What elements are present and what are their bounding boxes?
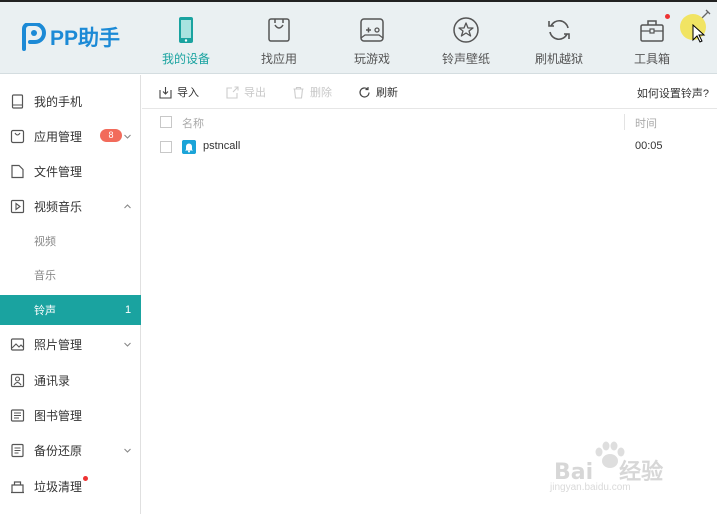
sidebar-item-label: 应用管理: [34, 129, 83, 144]
bell-icon: [182, 140, 196, 154]
sidebar-item-label: 我的手机: [34, 94, 83, 109]
tab-label: 玩游戏: [353, 52, 390, 66]
export-icon: [226, 85, 239, 99]
pp-logo-icon: [22, 23, 46, 51]
delete-button[interactable]: 删除: [292, 84, 332, 100]
toolbox-icon: [640, 20, 664, 42]
phone-icon: [179, 17, 193, 43]
sidebar-item-app-management[interactable]: 应用管理 8: [0, 121, 141, 151]
file-icon: [11, 164, 24, 178]
tablet-icon: [11, 93, 24, 109]
sidebar-item-backup-restore[interactable]: 备份还原: [0, 435, 141, 465]
watermark: Bai 经验 jingyan.baidu.com: [548, 440, 708, 500]
backup-icon: [11, 443, 24, 457]
tab-label: 铃声壁纸: [441, 52, 490, 66]
sidebar-subitem-label: 铃声: [34, 305, 56, 317]
export-button[interactable]: 导出: [226, 84, 266, 100]
sidebar-item-my-phone[interactable]: 我的手机: [0, 86, 141, 116]
app-icon: [10, 129, 25, 143]
tab-find-apps[interactable]: 找应用: [241, 12, 317, 68]
chevron-down-icon[interactable]: [123, 340, 132, 349]
chevron-down-icon[interactable]: [123, 132, 132, 141]
sidebar-item-label: 备份还原: [34, 443, 83, 458]
sidebar-item-contacts[interactable]: 通讯录: [0, 365, 141, 395]
sidebar-item-video-music[interactable]: 视频音乐: [0, 191, 141, 221]
mouse-cursor-icon: [692, 24, 706, 43]
sidebar-item-junk-cleanup[interactable]: 垃圾清理: [0, 471, 141, 501]
tab-label: 刷机越狱: [534, 52, 583, 66]
video-icon: [10, 199, 25, 213]
sidebar-item-label: 垃圾清理: [34, 479, 83, 494]
sidebar-item-label: 视频音乐: [34, 199, 83, 214]
contacts-icon: [10, 373, 25, 387]
photo-icon: [10, 337, 25, 351]
column-divider: [624, 114, 625, 130]
sidebar: 我的手机 应用管理 8 文件管理 视频音乐 视频 音乐 铃声 1 照片管理 通讯…: [0, 75, 141, 514]
export-label: 导出: [244, 87, 266, 99]
tab-label: 找应用: [260, 52, 297, 66]
import-button[interactable]: 导入: [159, 84, 199, 100]
sidebar-item-label: 照片管理: [34, 337, 83, 352]
chevron-up-icon[interactable]: [123, 202, 132, 211]
row-checkbox[interactable]: [160, 141, 172, 153]
sidebar-subitem-music[interactable]: 音乐: [0, 260, 141, 290]
tab-flash-jailbreak[interactable]: 刷机越狱: [521, 12, 597, 68]
tab-label: 工具箱: [633, 52, 670, 66]
sidebar-subitem-label: 视频: [34, 236, 56, 248]
app-bag-icon: [268, 18, 290, 42]
sidebar-item-photo-management[interactable]: 照片管理: [0, 329, 141, 359]
tab-label: 我的设备: [161, 52, 210, 66]
table-row[interactable]: pstncall 00:05: [142, 136, 717, 158]
column-header-time[interactable]: 时间: [635, 115, 657, 131]
book-icon: [10, 408, 25, 422]
trash-icon: [293, 86, 304, 99]
gamepad-icon: [360, 18, 384, 42]
refresh-icon: [359, 86, 370, 98]
notification-dot: [83, 476, 88, 481]
delete-label: 删除: [310, 87, 332, 99]
sidebar-item-file-management[interactable]: 文件管理: [0, 156, 141, 186]
column-header-name[interactable]: 名称: [182, 115, 204, 131]
import-icon: [159, 86, 172, 99]
table-header: 名称 时间: [142, 110, 717, 134]
tab-play-games[interactable]: 玩游戏: [334, 12, 410, 68]
toolbar: 导入 导出 删除 刷新 如何设置铃声?: [142, 75, 717, 109]
refresh-button[interactable]: 刷新: [358, 84, 398, 100]
update-count-badge: 8: [100, 129, 122, 142]
sidebar-subitem-ringtones[interactable]: 铃声 1: [0, 295, 141, 325]
sidebar-item-book-management[interactable]: 图书管理: [0, 400, 141, 430]
notification-dot: [665, 14, 670, 19]
top-nav-bar: PP助手 我的设备 找应用 玩游戏 铃声壁纸 刷机越狱 工具箱: [0, 0, 717, 74]
tab-my-device[interactable]: 我的设备: [148, 12, 224, 68]
sidebar-subitem-video[interactable]: 视频: [0, 226, 141, 256]
star-icon: [453, 17, 479, 43]
tab-ringtones-wallpapers[interactable]: 铃声壁纸: [428, 12, 504, 68]
refresh-label: 刷新: [376, 87, 398, 99]
trash-icon: [11, 480, 24, 493]
sidebar-item-label: 图书管理: [34, 408, 83, 423]
watermark-url: jingyan.baidu.com: [550, 482, 631, 493]
ringtone-duration: 00:05: [635, 140, 663, 152]
ringtone-count: 1: [125, 304, 132, 316]
tab-toolbox[interactable]: 工具箱: [614, 12, 690, 68]
ringtone-name: pstncall: [203, 140, 241, 152]
select-all-checkbox[interactable]: [160, 116, 172, 128]
import-label: 导入: [177, 87, 199, 99]
app-logo-text: PP助手: [50, 27, 121, 50]
sidebar-item-label: 通讯录: [34, 373, 71, 388]
sidebar-item-label: 文件管理: [34, 164, 83, 179]
app-logo: PP助手: [20, 22, 120, 52]
sidebar-subitem-label: 音乐: [34, 270, 56, 282]
refresh-icon: [548, 20, 570, 40]
help-link[interactable]: 如何设置铃声?: [637, 85, 709, 101]
chevron-down-icon[interactable]: [123, 446, 132, 455]
